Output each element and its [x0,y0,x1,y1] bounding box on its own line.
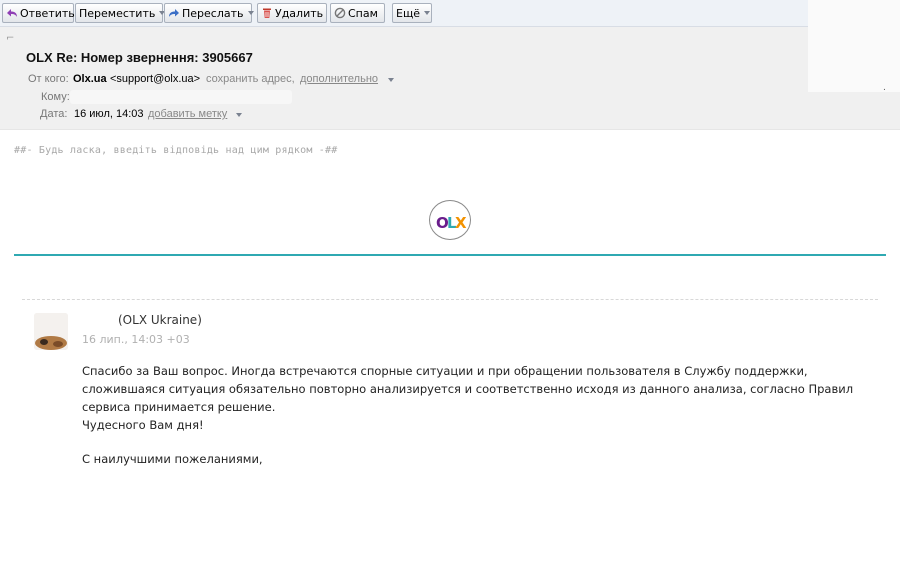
reply-icon [6,7,18,19]
from-label: От кого: [28,73,69,85]
delete-button[interactable]: Удалить [257,3,327,23]
details-link[interactable]: дополнительно [300,73,378,85]
add-label-link[interactable]: добавить метку [148,108,227,120]
block-icon [334,7,346,19]
message-line: С наилучшими пожеланиями, [82,452,263,466]
author-name: (OLX Ukraine) [118,313,202,327]
recipient-redacted [70,90,292,104]
date-label: Дата: [40,108,68,120]
spam-button[interactable]: Спам [330,3,385,23]
sender-name[interactable]: Olx.ua [73,73,107,85]
move-label: Переместить [79,6,156,20]
forward-button[interactable]: Переслать [164,3,254,23]
more-button[interactable]: Ещё [392,3,432,23]
olx-logo: O L X [429,200,471,240]
date-value: 16 июл, 14:03 [74,108,144,120]
message-timestamp: 16 лип., 14:03 +03 [82,333,190,346]
collapse-handle-icon[interactable]: ⌐ [6,33,14,44]
message-header: ⌐ OLX Re: Номер звернення: 3905667 От ко… [0,0,900,130]
message-subject: OLX Re: Номер звернення: 3905667 [26,50,253,65]
delete-label: Удалить [275,6,324,20]
trash-icon [261,7,273,19]
message-line: Чудесного Вам дня! [82,418,204,432]
save-address-link[interactable]: сохранить адрес, [206,73,295,85]
reply-label: Ответить [20,6,75,20]
message-toolbar: Ответить Переместить Переслать Удалить С… [0,0,808,27]
message-line: Спасибо за Ваш вопрос. Иногда встречаютс… [82,364,808,378]
chevron-down-icon [388,78,394,82]
message-line: сервиса принимается решение. [82,400,276,414]
svg-text:X: X [455,214,467,232]
spam-label: Спам [348,6,378,20]
chevron-down-icon [424,11,431,15]
avatar [34,313,68,350]
reply-above-line-note: ##- Будь ласка, введіть відповідь над ци… [14,145,338,156]
chevron-down-icon [236,113,242,117]
sender-email[interactable]: <support@olx.ua> [110,73,200,85]
chevron-down-icon [247,11,254,15]
move-button[interactable]: Переместить [75,3,166,23]
to-label: Кому: [41,91,70,103]
redacted-area [808,0,900,92]
message-line: сложившаяся ситуация обязательно повторн… [82,382,854,396]
forward-label: Переслать [182,6,244,20]
reply-button[interactable]: Ответить [2,3,75,23]
header-divider [14,254,886,256]
dot-icon: . [883,83,886,93]
more-label: Ещё [396,6,421,20]
forward-icon [168,7,180,19]
message-separator [22,299,878,300]
